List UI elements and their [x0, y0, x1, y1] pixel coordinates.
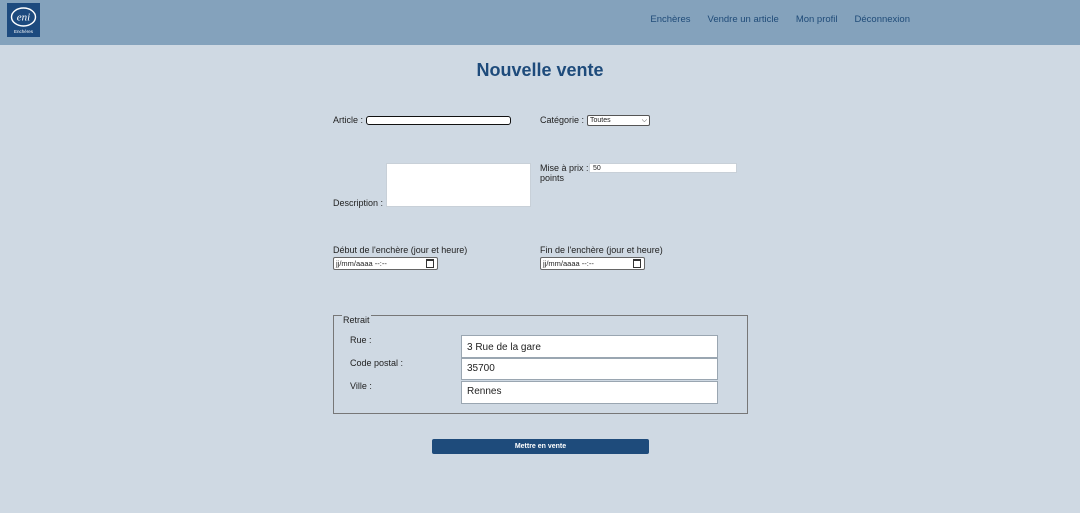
ville-input[interactable]: Rennes	[461, 381, 718, 404]
nav-links: Enchères Vendre un article Mon profil Dé…	[650, 14, 910, 25]
nav-link-deconnexion[interactable]: Déconnexion	[855, 14, 910, 25]
rue-input[interactable]: 3 Rue de la gare	[461, 335, 718, 358]
logo-text: eni	[17, 12, 30, 24]
article-label: Article :	[333, 115, 364, 125]
page-title: Nouvelle vente	[476, 60, 604, 80]
code-postal-input[interactable]: 35700	[461, 358, 718, 380]
debut-placeholder: jj/mm/aaaa --:--	[336, 259, 387, 268]
eni-logo[interactable]: eni Enchères	[7, 3, 40, 37]
calendar-icon[interactable]	[426, 259, 434, 268]
rue-label: Rue :	[350, 335, 372, 345]
mise-a-prix-unit: points	[540, 173, 565, 183]
fin-label: Fin de l'enchère (jour et heure)	[540, 245, 663, 255]
categorie-label: Catégorie :	[540, 115, 585, 125]
nav-link-mon-profil[interactable]: Mon profil	[796, 14, 838, 25]
calendar-icon[interactable]	[633, 259, 641, 268]
fin-datetime-input[interactable]: jj/mm/aaaa --:--	[540, 257, 645, 270]
code-postal-label: Code postal :	[350, 358, 404, 368]
navbar: eni Enchères Enchères Vendre un article …	[0, 0, 1080, 45]
logo-subtext: Enchères	[14, 29, 34, 34]
mise-a-prix-label: Mise à prix :	[540, 163, 589, 173]
ville-label: Ville :	[350, 381, 372, 391]
chevron-down-icon: ⌵	[641, 117, 647, 124]
categorie-selected: Toutes	[590, 117, 611, 124]
article-input[interactable]	[366, 116, 511, 125]
debut-label: Début de l'enchère (jour et heure)	[333, 245, 468, 255]
description-label: Description :	[333, 198, 384, 208]
nav-link-encheres[interactable]: Enchères	[650, 14, 690, 25]
nav-link-vendre-article[interactable]: Vendre un article	[708, 14, 779, 25]
retrait-legend: Retrait	[342, 315, 371, 325]
eni-logo-graphic: eni Enchères	[8, 4, 39, 36]
mise-a-prix-input[interactable]: 50	[589, 163, 737, 173]
debut-datetime-input[interactable]: jj/mm/aaaa --:--	[333, 257, 438, 270]
fin-placeholder: jj/mm/aaaa --:--	[543, 259, 594, 268]
mettre-en-vente-button[interactable]: Mettre en vente	[432, 439, 649, 454]
description-textarea[interactable]	[386, 163, 531, 207]
categorie-select[interactable]: Toutes ⌵	[587, 115, 650, 126]
